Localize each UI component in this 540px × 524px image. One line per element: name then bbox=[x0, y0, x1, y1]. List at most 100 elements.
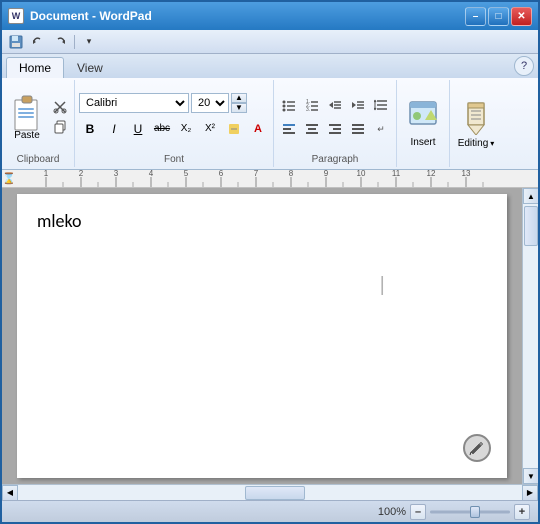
indent-decrease-button[interactable] bbox=[324, 94, 346, 116]
ruler-scale: 1 2 3 4 5 6 7 8 bbox=[16, 170, 538, 187]
font-color-button[interactable]: A bbox=[247, 118, 269, 140]
clipboard-label: Clipboard bbox=[17, 154, 60, 165]
align-right-button[interactable] bbox=[324, 118, 346, 140]
align-left-button[interactable] bbox=[278, 118, 300, 140]
superscript-button[interactable]: X² bbox=[199, 118, 221, 140]
scroll-down-button[interactable]: ▼ bbox=[523, 468, 538, 484]
clipboard-small-buttons bbox=[50, 98, 70, 137]
editing-icon bbox=[460, 99, 492, 138]
clipboard-group: Paste bbox=[2, 80, 75, 167]
svg-text:12: 12 bbox=[427, 170, 436, 178]
font-size-select[interactable]: 20 bbox=[191, 93, 229, 113]
tab-home[interactable]: Home bbox=[6, 57, 64, 78]
help-button[interactable]: ? bbox=[514, 56, 534, 76]
insert-icon bbox=[407, 98, 439, 137]
document-page: mleko | bbox=[17, 194, 507, 478]
scroll-thumb-v[interactable] bbox=[524, 206, 538, 246]
undo-button[interactable] bbox=[28, 33, 48, 51]
svg-text:6: 6 bbox=[219, 170, 224, 178]
svg-text:10: 10 bbox=[357, 170, 366, 178]
ruler-ticks-container: 1 2 3 4 5 6 7 8 bbox=[16, 170, 538, 187]
copy-button[interactable] bbox=[50, 118, 70, 137]
font-group: Calibri 20 ▲ ▼ B I U abc X₂ X² bbox=[75, 80, 274, 167]
document-content[interactable]: mleko bbox=[37, 210, 487, 232]
tab-view[interactable]: View bbox=[64, 57, 116, 78]
quick-access-toolbar: ▾ bbox=[2, 30, 538, 54]
font-label: Font bbox=[164, 154, 184, 165]
insert-button[interactable]: Insert bbox=[401, 95, 445, 151]
title-bar-controls: – □ ✕ bbox=[465, 7, 532, 26]
ribbon: Paste bbox=[2, 78, 538, 170]
svg-text:1: 1 bbox=[44, 170, 49, 178]
numbering-button[interactable]: 1.2.3. bbox=[301, 94, 323, 116]
minimize-button[interactable]: – bbox=[465, 7, 486, 26]
align-center-button[interactable] bbox=[301, 118, 323, 140]
scroll-thumb-h[interactable] bbox=[245, 486, 305, 500]
font-size-decrease[interactable]: ▼ bbox=[231, 103, 247, 113]
svg-text:13: 13 bbox=[462, 170, 471, 178]
svg-text:7: 7 bbox=[254, 170, 259, 178]
scroll-left-button[interactable]: ◀ bbox=[2, 485, 18, 501]
zoom-thumb[interactable] bbox=[470, 506, 480, 518]
quick-access-dropdown[interactable]: ▾ bbox=[79, 33, 99, 51]
strikethrough-button[interactable]: abc bbox=[151, 118, 173, 140]
ruler-inner: 1 2 3 4 5 6 7 8 bbox=[16, 170, 538, 187]
editing-dropdown-arrow: ▾ bbox=[490, 139, 494, 148]
paste-icon bbox=[11, 94, 43, 130]
zoom-in-button[interactable]: + bbox=[514, 504, 530, 520]
app-icon: W bbox=[8, 8, 24, 24]
title-bar-left: W Document - WordPad bbox=[8, 8, 152, 24]
italic-button[interactable]: I bbox=[103, 118, 125, 140]
redo-button[interactable] bbox=[50, 33, 70, 51]
window-title: Document - WordPad bbox=[30, 9, 152, 23]
svg-text:9: 9 bbox=[324, 170, 329, 178]
ruler-svg: 1 2 3 4 5 6 7 8 bbox=[16, 170, 538, 187]
ruler: ⌛ 1 2 3 4 bbox=[2, 170, 538, 188]
editing-button[interactable]: Editing ▾ bbox=[454, 96, 498, 152]
status-bar: 100% – + bbox=[2, 500, 538, 522]
para-row-2: ↵ bbox=[278, 118, 392, 140]
maximize-button[interactable]: □ bbox=[488, 7, 509, 26]
vertical-scrollbar: ▲ ▼ bbox=[522, 188, 538, 484]
font-size-arrows: ▲ ▼ bbox=[231, 93, 247, 113]
scroll-track-h bbox=[18, 485, 522, 500]
scroll-track-v bbox=[523, 204, 538, 468]
insert-group: Insert bbox=[397, 80, 450, 167]
zoom-percent: 100% bbox=[378, 506, 406, 518]
zoom-out-button[interactable]: – bbox=[410, 504, 426, 520]
font-top-row: Calibri 20 ▲ ▼ bbox=[79, 93, 269, 113]
font-family-select[interactable]: Calibri bbox=[79, 93, 189, 113]
paragraph-extra-button[interactable]: ↵ bbox=[370, 118, 392, 140]
underline-button[interactable]: U bbox=[127, 118, 149, 140]
font-size-increase[interactable]: ▲ bbox=[231, 93, 247, 103]
editing-group-content: Editing ▾ bbox=[454, 82, 498, 165]
save-button[interactable] bbox=[6, 33, 26, 51]
ribbon-tabs: Home View ? bbox=[2, 54, 538, 78]
bold-button[interactable]: B bbox=[79, 118, 101, 140]
title-bar: W Document - WordPad – □ ✕ bbox=[2, 2, 538, 30]
pen-icon[interactable] bbox=[463, 434, 491, 462]
font-controls: Calibri 20 ▲ ▼ B I U abc X₂ X² bbox=[79, 82, 269, 152]
bullets-button[interactable] bbox=[278, 94, 300, 116]
line-spacing-button[interactable] bbox=[370, 94, 392, 116]
zoom-slider[interactable] bbox=[430, 506, 510, 518]
justify-button[interactable] bbox=[347, 118, 369, 140]
paste-button[interactable]: Paste bbox=[6, 91, 48, 144]
highlight-button[interactable] bbox=[223, 118, 245, 140]
close-button[interactable]: ✕ bbox=[511, 7, 532, 26]
ruler-hourglass: ⌛ bbox=[2, 172, 16, 186]
svg-text:5: 5 bbox=[184, 170, 189, 178]
svg-text:2: 2 bbox=[79, 170, 84, 178]
subscript-button[interactable]: X₂ bbox=[175, 118, 197, 140]
cursor-indicator: | bbox=[380, 274, 385, 297]
editing-group: Editing ▾ bbox=[450, 80, 502, 167]
scroll-up-button[interactable]: ▲ bbox=[523, 188, 538, 204]
indent-increase-button[interactable] bbox=[347, 94, 369, 116]
editing-label-row: Editing ▾ bbox=[458, 138, 495, 149]
scroll-right-button[interactable]: ▶ bbox=[522, 485, 538, 501]
cut-button[interactable] bbox=[50, 98, 70, 117]
horizontal-scrollbar: ◀ ▶ bbox=[2, 484, 538, 500]
paragraph-controls: 1.2.3. bbox=[278, 82, 392, 152]
document-scroll-area: mleko | ▲ ▼ bbox=[2, 188, 538, 484]
svg-text:3.: 3. bbox=[306, 107, 310, 112]
